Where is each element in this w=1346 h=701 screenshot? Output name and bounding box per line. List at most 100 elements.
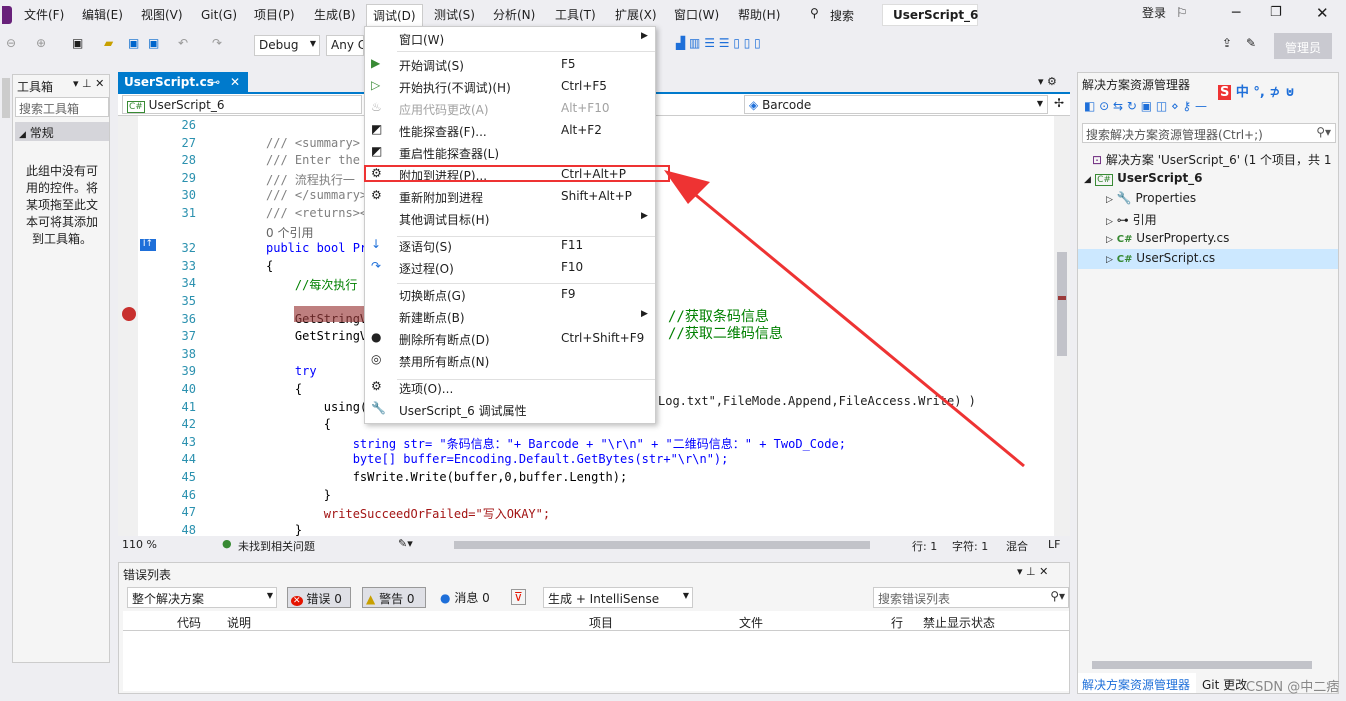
warnings-filter-button[interactable]: ▲ 警告 0: [362, 587, 426, 608]
solution-name-badge[interactable]: UserScript_6: [882, 4, 978, 26]
tree-project[interactable]: ◢ C# UserScript_6: [1084, 171, 1203, 186]
search-box[interactable]: ⚲ 搜索: [806, 4, 872, 24]
tree-properties[interactable]: ▷ 🔧 Properties: [1106, 191, 1196, 205]
debug-menu-item[interactable]: ◩ 性能探查器(F)... Alt+F2: [365, 119, 655, 141]
forward-icon[interactable]: ⊕: [36, 36, 46, 50]
redo-icon[interactable]: ↷: [212, 36, 222, 50]
debug-menu-item[interactable]: 其他调试目标(H) ▶: [365, 207, 655, 229]
col-line[interactable]: 行: [891, 614, 903, 631]
codelens-icon[interactable]: I↑: [140, 239, 156, 251]
messages-filter-button[interactable]: ● 消息 0: [437, 587, 501, 608]
close-tab-icon[interactable]: ✕: [230, 75, 240, 89]
menu-edit[interactable]: 编辑(E): [82, 7, 123, 23]
debug-menu-item[interactable]: ● 删除所有断点(D) Ctrl+Shift+F9: [365, 327, 655, 349]
error-list-pin-icon[interactable]: ▾ ⊥ ✕: [1017, 565, 1048, 578]
nav-project-select[interactable]: C# UserScript_6: [122, 95, 362, 114]
maximize-button[interactable]: ❐: [1270, 5, 1282, 20]
save-icon[interactable]: ▣: [128, 36, 139, 50]
menu-build[interactable]: 生成(B): [314, 7, 356, 23]
save-all-icon[interactable]: ▣: [148, 36, 159, 50]
brush-icon[interactable]: ✎▾: [398, 537, 413, 550]
new-project-icon[interactable]: ▣: [72, 36, 83, 50]
status-eol[interactable]: LF: [1048, 538, 1060, 551]
config-select[interactable]: Debug ▼: [254, 35, 320, 56]
zoom-select[interactable]: 110 %: [122, 538, 157, 551]
error-scope-select[interactable]: 整个解决方案 ▼: [127, 587, 277, 608]
tree-userscript[interactable]: ▷ C# UserScript.cs: [1106, 251, 1215, 265]
status-issues[interactable]: 未找到相关问题: [238, 538, 315, 554]
menu-extensions[interactable]: 扩展(X): [615, 7, 657, 23]
menu-project[interactable]: 项目(P): [254, 7, 295, 23]
col-description[interactable]: 说明: [227, 614, 251, 631]
split-icon[interactable]: ✢: [1054, 96, 1064, 110]
strip-tab[interactable]: [2, 78, 10, 118]
line-number: 42: [181, 417, 196, 432]
login-link[interactable]: 登录: [1142, 4, 1166, 21]
debug-menu-item[interactable]: ▷ 开始执行(不调试)(H) Ctrl+F5: [365, 75, 655, 97]
menu-test[interactable]: 测试(S): [434, 7, 475, 23]
close-button[interactable]: ✕: [1316, 4, 1329, 22]
toolbox-search-input[interactable]: 搜索工具箱: [15, 97, 109, 117]
pin-icon[interactable]: ⊸: [210, 75, 220, 89]
menu-git[interactable]: Git(G): [201, 7, 237, 23]
platform-select[interactable]: Any C: [326, 35, 364, 56]
errors-filter-button[interactable]: ✕ 错误 0: [287, 587, 351, 608]
hscroll-track[interactable]: [454, 541, 870, 549]
code-line: /// <summary>: [266, 135, 360, 150]
col-project[interactable]: 项目: [589, 614, 613, 631]
debug-menu-item[interactable]: ↓ 逐语句(S) F11: [365, 234, 655, 256]
menu-tools[interactable]: 工具(T): [555, 7, 596, 23]
build-source-select[interactable]: 生成 + IntelliSense ▼: [543, 587, 693, 608]
solution-hscroll[interactable]: [1092, 661, 1312, 669]
feedback-icon[interactable]: ✎: [1246, 36, 1256, 50]
open-icon[interactable]: ▰: [104, 36, 113, 50]
tab-dropdown-icon[interactable]: ▾ ⚙: [1038, 75, 1057, 88]
debug-menu-item[interactable]: ▶ 开始调试(S) F5: [365, 53, 655, 75]
col-code[interactable]: 代码: [177, 614, 201, 631]
menu-view[interactable]: 视图(V): [141, 7, 183, 23]
back-icon[interactable]: ⊖: [6, 36, 16, 50]
debug-menu-item[interactable]: ⚙ 重新附加到进程 Shift+Alt+P: [365, 185, 655, 207]
error-search-input[interactable]: 搜索错误列表 ⚲▾: [873, 587, 1069, 608]
live-share-icon[interactable]: ⚐: [1176, 6, 1188, 21]
menu-window[interactable]: 窗口(W): [674, 7, 719, 23]
debug-menu-item[interactable]: 窗口(W) ▶: [365, 27, 655, 49]
menu-separator: [397, 51, 655, 52]
breakpoint-highlight: [294, 306, 364, 322]
nav-member-select[interactable]: ◈ Barcode ▼: [744, 95, 1048, 114]
menu-analyze[interactable]: 分析(N): [493, 7, 535, 23]
breakpoint-marker: [1058, 296, 1066, 300]
toolbox-group-general[interactable]: ◢ 常规: [15, 122, 109, 141]
menu-file[interactable]: 文件(F): [24, 7, 64, 23]
toolbox-pin-icon[interactable]: ▾ ⊥ ✕: [73, 77, 104, 90]
tab-solution-explorer[interactable]: 解决方案资源管理器: [1078, 673, 1196, 693]
debug-menu-item[interactable]: 🔧 UserScript_6 调试属性: [365, 398, 655, 420]
debug-menu-item[interactable]: 新建断点(B) ▶: [365, 305, 655, 327]
editor-vscroll[interactable]: [1054, 116, 1070, 536]
solution-search-input[interactable]: 搜索解决方案资源管理器(Ctrl+;) ⚲▾: [1082, 123, 1336, 143]
share-icon[interactable]: ⇪: [1222, 36, 1232, 50]
debug-menu-item[interactable]: ↷ 逐过程(O) F10: [365, 256, 655, 278]
references-icon: ⊶: [1116, 213, 1129, 227]
minimize-button[interactable]: ─: [1232, 5, 1240, 21]
debug-menu-item[interactable]: ◩ 重启性能探查器(L): [365, 141, 655, 163]
col-file[interactable]: 文件: [739, 614, 763, 631]
undo-icon[interactable]: ↶: [178, 36, 188, 50]
debug-menu-item[interactable]: ◎ 禁用所有断点(N): [365, 349, 655, 371]
debug-menu-item[interactable]: 切换断点(G) F9: [365, 283, 655, 305]
tab-userscript[interactable]: UserScript.cs ⊸ ✕: [118, 72, 248, 94]
tree-references[interactable]: ▷ ⊶ 引用: [1106, 211, 1157, 228]
menu-help[interactable]: 帮助(H): [738, 7, 780, 23]
tab-git-changes[interactable]: Git 更改: [1202, 676, 1247, 693]
collapsed-icon: ▷: [1106, 195, 1113, 205]
tree-userproperty[interactable]: ▷ C# UserProperty.cs: [1106, 231, 1229, 245]
breakpoint-icon[interactable]: [122, 307, 136, 321]
toolbar-icons-right[interactable]: ▟ ▥ ☰ ☰ ▯ ▯ ▯: [676, 36, 761, 50]
status-mixed[interactable]: 混合: [1006, 538, 1028, 554]
server-explorer-strip[interactable]: [0, 74, 12, 254]
col-suppression[interactable]: 禁止显示状态: [923, 614, 995, 631]
solution-toolbar-icons[interactable]: ◧ ⊙ ⇆ ↻ ▣ ◫ ⋄ ⚷ —: [1084, 99, 1207, 113]
vscroll-thumb[interactable]: [1057, 252, 1067, 356]
tree-solution[interactable]: ⊡ 解决方案 'UserScript_6' (1 个项目，共 1: [1092, 151, 1332, 168]
filter-icon[interactable]: ⊽: [511, 589, 526, 605]
